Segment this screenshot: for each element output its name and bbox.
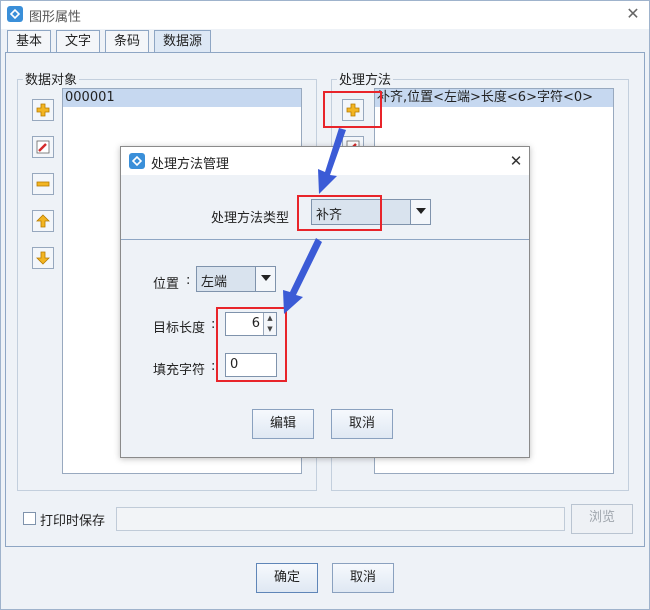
annotation-arrow-to-type (318, 128, 346, 194)
annotation-arrows (283, 128, 346, 314)
annotation-arrow-to-fields (283, 238, 322, 314)
